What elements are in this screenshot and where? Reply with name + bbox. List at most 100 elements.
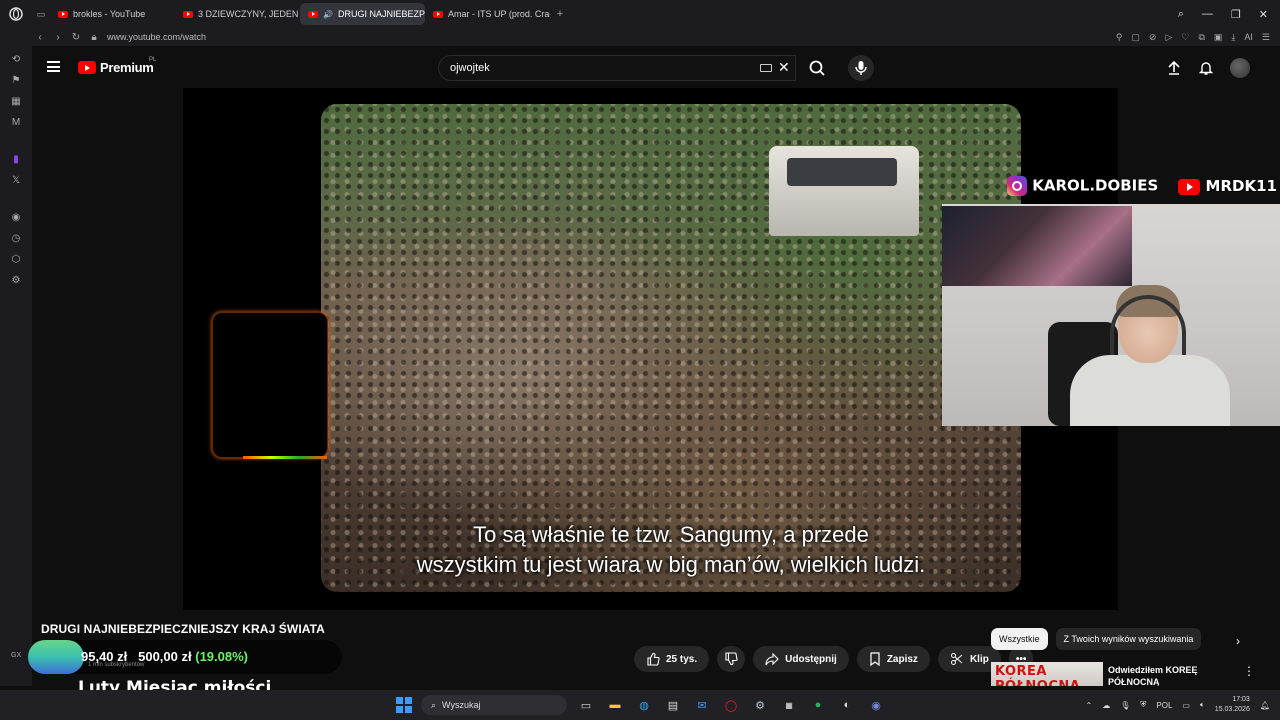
chips-next-icon[interactable]: › (1236, 634, 1240, 648)
tab-menu-icon[interactable]: ▭ (32, 9, 50, 20)
task-view-icon[interactable]: ▭ (576, 695, 596, 715)
donation-percent: (19.08%) (195, 649, 248, 664)
chip-all[interactable]: Wszystkie (991, 628, 1048, 650)
streamer (1054, 285, 1230, 426)
adblock-icon[interactable]: ⊘ (1149, 32, 1157, 43)
shield-icon[interactable]: ⛨ (1140, 700, 1146, 710)
hamburger-menu-icon[interactable] (47, 61, 60, 72)
tray-expand-icon[interactable]: ⌃ (1086, 701, 1093, 710)
bookmark-icon[interactable]: ▦ (11, 96, 20, 107)
search-input[interactable]: ojwojtek (438, 55, 796, 81)
clock-date: 15.03.2026 (1214, 706, 1250, 713)
heart-icon[interactable]: ♡ (1181, 32, 1189, 43)
recommended-video[interactable]: KOREA PÓŁNOCNA Odwiedziłem KOREĘ PÓŁNOCN… (991, 662, 1261, 686)
download-icon[interactable]: ⤓ (1231, 32, 1235, 43)
back-icon[interactable]: ‹ (31, 32, 49, 43)
volume-icon[interactable]: 🔈︎ (1200, 700, 1205, 710)
clear-search-icon[interactable]: ✕ (778, 59, 790, 76)
youtube-premium-logo[interactable]: Premium (78, 60, 154, 75)
language-indicator[interactable]: POL (1156, 701, 1172, 710)
window-controls: ⌕ — ❐ ✕ (1178, 0, 1268, 28)
spotify-icon[interactable]: ● (808, 695, 828, 715)
messenger-icon[interactable]: M (12, 117, 20, 128)
steam-icon[interactable]: ⚙ (750, 695, 770, 715)
network-icon[interactable]: ☁ (1102, 701, 1110, 710)
outlook-icon[interactable]: ✉ (692, 695, 712, 715)
recommended-title[interactable]: Odwiedziłem KOREĘ PÓŁNOCNĄ (1108, 664, 1218, 686)
maximize-button[interactable]: ❐ (1231, 8, 1241, 21)
voice-search-button[interactable] (846, 55, 876, 81)
keyboard-icon[interactable] (760, 64, 772, 72)
tab-brokles[interactable]: brokles - YouTube (50, 3, 175, 25)
header-actions (1166, 58, 1250, 78)
recommended-more-icon[interactable]: ⋮ (1243, 664, 1255, 678)
notifications-icon[interactable]: 🔔︎ (1260, 701, 1270, 710)
video-frame[interactable] (321, 104, 1021, 592)
windows-start-icon[interactable] (396, 697, 412, 713)
thumbnail-text: KOREA PÓŁNOCNA (995, 664, 1080, 686)
edge-icon[interactable]: ◍ (634, 695, 654, 715)
mic-tray-icon[interactable]: 🎙︎ (1120, 701, 1130, 710)
avatar[interactable] (1230, 58, 1250, 78)
stream-overlay-box (212, 312, 328, 459)
player-icon[interactable]: ▷ (1165, 32, 1172, 43)
youtube-favicon-icon (183, 10, 193, 18)
logo-text: Premium (100, 60, 154, 75)
player-sidebar-icon[interactable]: ◉ (12, 212, 21, 223)
settings-icon[interactable]: ⚙ (12, 275, 21, 286)
tab-amar[interactable]: Amar - ITS UP (prod. Crac (425, 3, 550, 25)
tab-label: 3 DZIEWCZYNY, JEDEN W (198, 9, 300, 19)
store-icon[interactable]: ▤ (663, 695, 683, 715)
menu-icon[interactable]: ☰ (1262, 32, 1270, 43)
discord-icon[interactable]: ◉ (866, 695, 886, 715)
x-icon[interactable]: 𝕏 (12, 175, 20, 186)
share-icon (765, 652, 779, 666)
lock-icon: 🔒︎ (91, 31, 97, 43)
thumbs-up-icon (647, 652, 660, 666)
share-button[interactable]: Udostępnij (753, 646, 849, 672)
notifications-bell-icon[interactable] (1198, 60, 1214, 76)
clock-icon[interactable]: ◷ (12, 233, 21, 244)
close-button[interactable]: ✕ (1259, 8, 1268, 21)
screenshot-icon[interactable]: ▢ (1131, 32, 1140, 43)
pin-icon[interactable]: ⚲ (1116, 32, 1123, 43)
tab-3-dziewczyny[interactable]: 3 DZIEWCZYNY, JEDEN W (175, 3, 300, 25)
tab-drugi-najniebezpie[interactable]: 🔊 DRUGI NAJNIEBEZPIE (300, 3, 425, 25)
opera-gx-icon[interactable]: ◯ (721, 695, 741, 715)
dislike-button[interactable] (717, 646, 746, 672)
file-explorer-icon[interactable]: ▬ (605, 695, 625, 715)
app-icon[interactable]: ▦ (779, 695, 799, 715)
url-field[interactable]: www.youtube.com/watch (107, 32, 206, 42)
speaker-icon[interactable]: 🔊 (323, 10, 333, 19)
reload-icon[interactable]: ↻ (67, 32, 85, 43)
history-icon[interactable]: ⟲ (12, 54, 20, 65)
search-tabs-icon[interactable]: ⌕ (1178, 8, 1184, 21)
taskbar-search[interactable]: ⌕ Wyszukaj (421, 695, 567, 715)
new-tab-button[interactable]: + (550, 8, 570, 20)
extensions-sidebar-icon[interactable]: ⬡ (12, 254, 21, 265)
wallet-icon[interactable]: ▣ (1214, 32, 1223, 43)
clock[interactable]: 17:03 15.03.2026 (1215, 695, 1250, 715)
like-button[interactable]: 25 tys. (634, 646, 710, 672)
youtube-favicon-icon (433, 10, 443, 18)
taskbar-apps: ▭ ▬ ◍ ▤ ✉ ◯ ⚙ ▦ ● ◐ ◉ (576, 695, 886, 715)
gaming-icon[interactable]: ⚑ (12, 75, 21, 86)
chip-from-search[interactable]: Z Twoich wyników wyszukiwania (1055, 628, 1202, 650)
search-icon (809, 60, 825, 76)
webcam-feed (942, 204, 1280, 426)
display-icon[interactable]: ▭ (1182, 701, 1190, 710)
search-button[interactable] (802, 55, 832, 81)
minimize-button[interactable]: — (1202, 8, 1213, 20)
video-actions: 25 tys. Udostępnij Zapisz Klip ••• (634, 646, 1034, 672)
youtube-header: Premium PL ojwojtek ✕ (32, 46, 1280, 88)
forward-icon[interactable]: › (49, 32, 67, 43)
aria-ai-icon[interactable]: AI (1244, 32, 1253, 42)
extensions-icon[interactable]: ⧉ (1198, 32, 1204, 43)
twitch-icon[interactable]: ▮ (13, 154, 19, 165)
opera-logo-icon[interactable] (0, 7, 32, 21)
obs-icon[interactable]: ◐ (837, 695, 857, 715)
recommended-thumbnail[interactable]: KOREA PÓŁNOCNA (991, 662, 1103, 686)
instagram-handle: KAROL.DOBIES (1007, 176, 1158, 196)
upload-icon[interactable] (1166, 60, 1182, 76)
save-button[interactable]: Zapisz (856, 646, 930, 672)
